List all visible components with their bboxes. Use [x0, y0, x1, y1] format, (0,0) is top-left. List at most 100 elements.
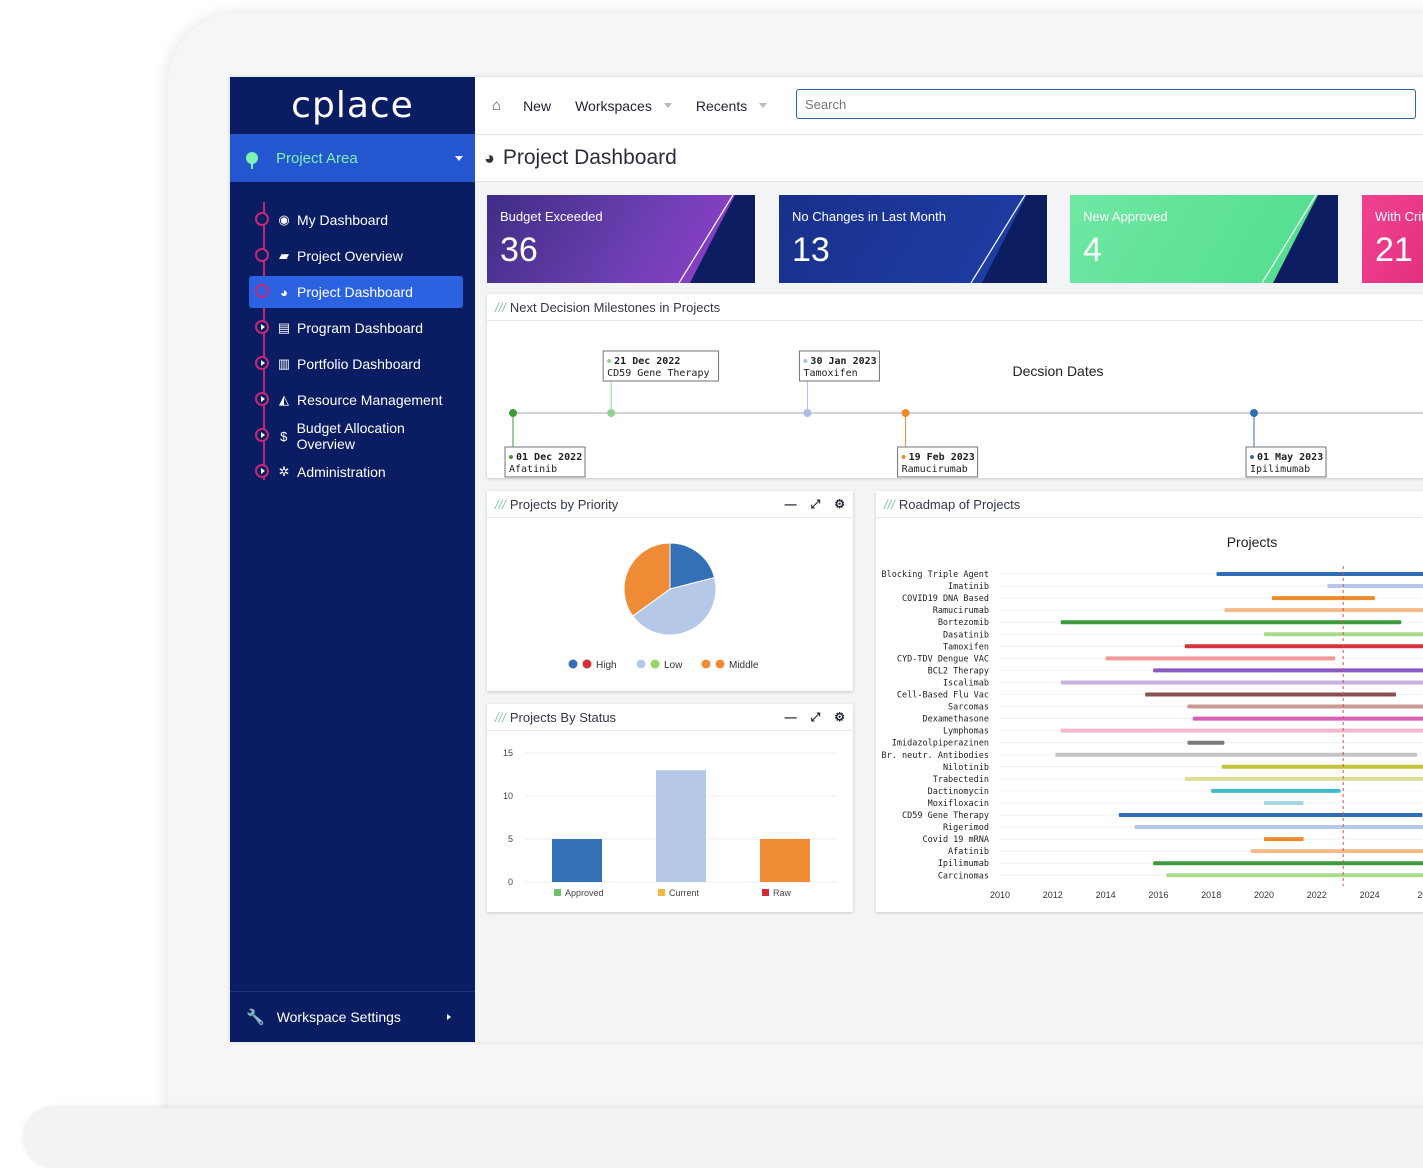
timeline-point — [607, 409, 616, 417]
gantt-row-label: Lymphomas — [943, 727, 989, 737]
caret-down-icon — [455, 155, 463, 161]
tree-node-icon[interactable] — [255, 464, 269, 478]
gantt-row-label: Ramucirumab — [933, 606, 989, 616]
project-area-selector[interactable]: Project Area — [230, 134, 475, 182]
expand-icon[interactable]: ⤢ — [811, 710, 821, 725]
cogs-icon: ✲ — [278, 464, 290, 479]
gantt-row-label: BCL2 Therapy — [928, 666, 989, 676]
kpi-label: With Crit — [1375, 209, 1423, 224]
chevron-down-icon — [759, 103, 768, 108]
recents-menu[interactable]: Recents — [696, 98, 768, 114]
timeline-event: 01 Dec 2022Afatinib — [504, 409, 586, 478]
gear-icon[interactable]: ⚙ — [834, 710, 845, 725]
gantt-bar — [1271, 596, 1375, 601]
panel-header: ///Projects by Priority — ⤢ ⚙ — [487, 491, 853, 518]
sidebar-item-budget-allocation-overview[interactable]: $ Budget Allocation Overview — [249, 420, 463, 452]
tree-node-icon[interactable] — [255, 212, 269, 226]
gantt-row-label: CYD-TDV Dengue VAC — [897, 654, 989, 664]
sidebar-item-my-dashboard[interactable]: ◉ My Dashboard — [249, 204, 463, 236]
gantt-title: Projects — [1227, 534, 1278, 550]
legend-label: Low — [664, 660, 683, 671]
tree-node-icon[interactable] — [255, 356, 269, 370]
legend-swatch — [636, 659, 646, 669]
gantt-row-label: Imatinib — [948, 582, 989, 592]
legend-swatch — [658, 889, 665, 896]
kpi-card-no-changes[interactable]: No Changes in Last Month 13 — [779, 195, 1047, 283]
panel-title: Roadmap of Projects — [898, 496, 1021, 512]
gantt-bar — [1264, 837, 1304, 842]
status-bar-chart: 0 5 10 15 Approved Current Raw — [503, 748, 837, 898]
y-tick-label: 15 — [503, 748, 513, 758]
gantt-bar — [1145, 692, 1396, 697]
gantt-row-label: Covid 19 mRNA — [922, 835, 989, 845]
milestones-timeline-chart: Decsion Dates01 Dec 2022Afatinib21 Dec 2… — [504, 350, 1423, 478]
legend-swatch — [701, 659, 711, 669]
page-title: Project Dashboard — [502, 146, 677, 169]
legend-icon — [650, 659, 660, 669]
y-tick-label: 5 — [508, 834, 513, 844]
tree-node-icon[interactable] — [255, 392, 269, 406]
sidebar-item-portfolio-dashboard[interactable]: ▥ Portfolio Dashboard — [249, 348, 463, 380]
home-icon[interactable]: ⌂ — [492, 97, 501, 114]
minimize-icon[interactable]: — — [785, 497, 797, 512]
kpi-label: No Changes in Last Month — [792, 209, 946, 224]
expand-icon[interactable]: ⤢ — [811, 497, 821, 512]
legend-label: Middle — [729, 660, 759, 671]
drag-handle-icon[interactable]: /// — [495, 497, 506, 512]
gantt-row-label: Dasatinib — [943, 630, 989, 640]
gantt-bar — [1060, 728, 1423, 733]
kpi-value: 36 — [500, 231, 538, 269]
tree-node-icon[interactable] — [255, 428, 269, 442]
drag-handle-icon[interactable]: /// — [884, 497, 895, 512]
workspaces-menu[interactable]: Workspaces — [575, 98, 672, 114]
kpi-card-new-approved[interactable]: New Approved 4 — [1070, 195, 1338, 283]
gantt-bar — [1055, 752, 1418, 757]
book-icon: ▤ — [277, 320, 291, 335]
gear-icon[interactable]: ⚙ — [834, 497, 845, 512]
search-input[interactable] — [796, 89, 1416, 119]
panel-title: Projects By Status — [509, 709, 617, 725]
kpi-value: 21 — [1375, 231, 1413, 269]
new-menu[interactable]: New — [523, 98, 551, 114]
timeline-event: 21 Dec 2022CD59 Gene Therapy — [602, 350, 720, 417]
gantt-row-label: Carcinomas — [938, 871, 989, 881]
cplace-logo[interactable]: cplace — [230, 77, 475, 134]
gantt-bar — [1184, 776, 1423, 781]
workspace-settings-button[interactable]: 🔧 Workspace Settings — [230, 991, 475, 1042]
sidebar-item-resource-management[interactable]: ◭ Resource Management — [249, 384, 463, 416]
timeline-label: Tamoxifen — [803, 368, 857, 379]
kpi-label: Budget Exceeded — [500, 209, 603, 224]
kpi-card-budget-exceeded[interactable]: Budget Exceeded 36 — [487, 195, 755, 283]
gantt-bar — [1118, 813, 1423, 817]
roadmap-panel: ///Roadmap of Projects Projects Blocking … — [876, 491, 1423, 912]
panel-header: ///Next Decision Milestones in Projects — [487, 294, 1423, 321]
gantt-row-label: Cell-Based Flu Vac — [897, 691, 989, 701]
gantt-bar — [1264, 800, 1304, 805]
timeline-event: 19 Feb 2023Ramucirumab — [897, 409, 979, 478]
pin-icon — [246, 152, 258, 169]
timeline-date: 01 May 2023 — [1257, 452, 1323, 463]
device-base — [24, 1108, 1423, 1168]
timeline-point — [1250, 409, 1258, 417]
gantt-bar — [1187, 740, 1225, 745]
tree-node-icon[interactable] — [255, 284, 269, 298]
legend-swatch — [568, 659, 578, 669]
sidebar-item-project-dashboard[interactable]: ◕ Project Dashboard — [249, 276, 463, 308]
gantt-row-label: Tamoxifen — [943, 642, 989, 652]
sidebar-item-label: Project Dashboard — [297, 284, 413, 300]
sidebar-item-label: Project Overview — [297, 248, 403, 264]
kpi-card-with-crit[interactable]: With Crit 21 — [1362, 195, 1423, 283]
sidebar-item-administration[interactable]: ✲ Administration — [249, 456, 463, 488]
drag-handle-icon[interactable]: /// — [495, 710, 506, 725]
tree-node-icon[interactable] — [255, 248, 269, 262]
workspaces-label: Workspaces — [575, 97, 652, 114]
x-tick-label: Raw — [773, 888, 792, 898]
drag-handle-icon[interactable]: /// — [495, 300, 506, 315]
sidebar-item-project-overview[interactable]: ▰ Project Overview — [249, 240, 463, 272]
timeline-date: 30 Jan 2023 — [810, 356, 876, 367]
sidebar-item-program-dashboard[interactable]: ▤ Program Dashboard — [249, 312, 463, 344]
tree-node-icon[interactable] — [255, 320, 269, 334]
gantt-row-label: Br. neutr. Antibodies — [882, 751, 989, 761]
minimize-icon[interactable]: — — [785, 710, 797, 725]
gantt-bar — [1224, 608, 1423, 613]
